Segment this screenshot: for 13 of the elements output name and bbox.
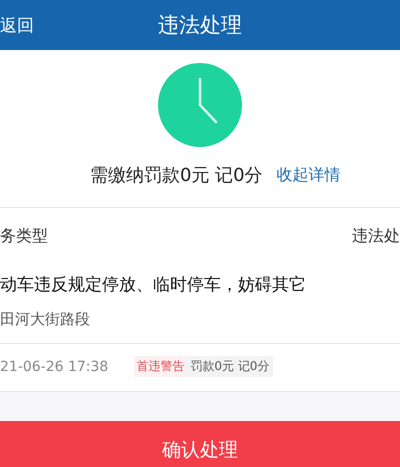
business-type-value: 违法处 [352,226,400,247]
violation-description: 动车违反规定停放、临时停车，妨碍其它 [0,274,307,296]
page-title: 违法处理 [158,12,242,39]
back-button[interactable]: 返回 [0,14,34,36]
clock-icon [158,63,242,147]
fine-summary: 需缴纳罚款0元 记0分 [90,164,263,187]
penalty-tag: 罚款0元 记0分 [186,356,274,377]
warning-tag: 首违警告 [134,356,186,377]
confirm-button[interactable]: 确认处理 [0,421,400,467]
collapse-details-link[interactable]: 收起详情 [276,164,341,186]
business-type-label: 务类型 [0,226,48,247]
violation-time: 21-06-26 17:38 [0,358,108,374]
violation-location: 田河大街路段 [0,310,91,329]
